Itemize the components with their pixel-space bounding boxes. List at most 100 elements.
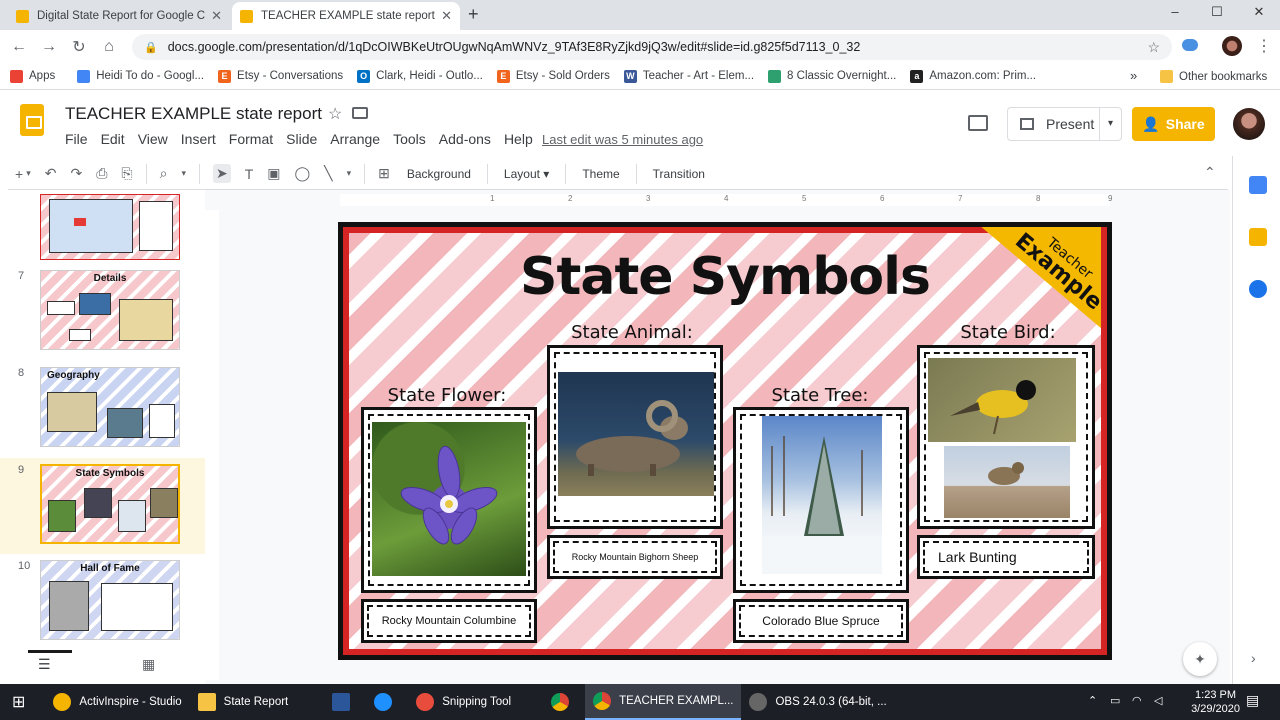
zoom-dropdown-icon[interactable]: ▾ <box>181 168 186 179</box>
present-button[interactable]: Present ▾ <box>1007 107 1122 141</box>
new-slide-icon[interactable]: + <box>15 166 23 182</box>
browser-tab-active[interactable]: TEACHER EXAMPLE state report ✕ <box>232 2 460 30</box>
bookmark-star-icon[interactable]: ☆ <box>1147 39 1160 56</box>
bookmark-item[interactable]: O Clark, Heidi - Outlo... <box>357 69 483 83</box>
image-icon[interactable]: ▣ <box>267 165 280 182</box>
url-input[interactable]: 🔒 docs.google.com/presentation/d/1qDcOIW… <box>132 34 1172 60</box>
bookmark-item[interactable]: W Teacher - Art - Elem... <box>623 69 754 83</box>
maximize-button[interactable]: ☐ <box>1202 4 1232 20</box>
back-icon[interactable]: ← <box>4 38 34 56</box>
grid-view-icon[interactable]: ▦ <box>142 656 155 673</box>
kebab-menu-icon[interactable]: ⋮ <box>1256 36 1272 56</box>
menu-format[interactable]: Format <box>229 131 273 147</box>
taskbar-item[interactable]: ActivInspire - Studio <box>45 684 189 720</box>
account-avatar[interactable] <box>1233 108 1265 140</box>
tree-photo-frame[interactable] <box>733 407 909 593</box>
taskbar-item[interactable]: OBS 24.0.3 (64-bit, ... <box>741 684 894 720</box>
taskbar-item[interactable] <box>324 684 366 720</box>
state-animal-heading[interactable]: State Animal: <box>547 322 717 343</box>
bookmark-item[interactable]: E Etsy - Sold Orders <box>496 69 610 83</box>
slide-thumbnail[interactable]: Details <box>40 270 180 350</box>
new-slide-dropdown-icon[interactable]: ▾ <box>26 168 31 179</box>
taskbar-item-active[interactable]: TEACHER EXAMPL... <box>585 684 742 720</box>
tasks-icon[interactable] <box>1249 280 1267 298</box>
keep-icon[interactable] <box>1249 228 1267 246</box>
slides-logo-icon[interactable] <box>20 104 44 136</box>
line-icon[interactable]: ╲ <box>324 165 332 182</box>
calendar-icon[interactable] <box>1249 176 1267 194</box>
menu-addons[interactable]: Add-ons <box>439 131 491 147</box>
profile-avatar[interactable] <box>1222 36 1242 56</box>
taskbar-item[interactable] <box>366 684 408 720</box>
wifi-icon[interactable]: ◠ <box>1132 694 1142 707</box>
menu-view[interactable]: View <box>138 131 168 147</box>
filmstrip-view-icon[interactable]: ☰ <box>38 656 51 673</box>
menu-file[interactable]: File <box>65 131 88 147</box>
tree-caption-box[interactable]: Colorado Blue Spruce <box>733 599 909 643</box>
collapse-toolbar-icon[interactable]: ⌃ <box>1204 164 1216 181</box>
undo-icon[interactable]: ↶ <box>45 165 57 182</box>
reload-icon[interactable]: ↻ <box>64 37 94 57</box>
bookmark-item[interactable]: Heidi To do - Googl... <box>77 69 204 83</box>
present-dropdown-icon[interactable]: ▾ <box>1099 108 1121 140</box>
close-window-button[interactable]: ✕ <box>1244 4 1274 20</box>
taskbar-item[interactable]: Snipping Tool <box>408 684 519 720</box>
bookmark-item[interactable]: 8 Classic Overnight... <box>768 69 896 83</box>
bird-photo-frame[interactable] <box>917 345 1095 529</box>
system-clock[interactable]: 1:23 PM 3/29/2020 <box>1191 688 1240 716</box>
menu-edit[interactable]: Edit <box>101 131 125 147</box>
expand-panel-chevron-icon[interactable]: › <box>1251 650 1256 666</box>
animal-photo-frame[interactable] <box>547 345 723 529</box>
cloud-extension-icon[interactable] <box>1182 39 1198 51</box>
notification-icon[interactable]: ▤ <box>1246 692 1259 709</box>
slide-thumbnail[interactable]: Geography <box>40 367 180 447</box>
home-icon[interactable]: ⌂ <box>94 38 124 56</box>
state-bird-heading[interactable]: State Bird: <box>923 322 1093 343</box>
move-folder-icon[interactable] <box>352 107 368 119</box>
flower-caption-box[interactable]: Rocky Mountain Columbine <box>361 599 537 643</box>
menu-slide[interactable]: Slide <box>286 131 317 147</box>
taskbar-item[interactable] <box>543 684 585 720</box>
browser-tab[interactable]: Digital State Report for Google C ✕ <box>8 2 230 30</box>
print-icon[interactable]: ⎙ <box>96 165 107 182</box>
layout-button[interactable]: Layout ▾ <box>504 167 549 181</box>
slide-thumbnail[interactable] <box>40 194 180 260</box>
flower-photo-frame[interactable] <box>361 407 537 593</box>
taskbar-item[interactable]: State Report <box>190 684 297 720</box>
theme-button[interactable]: Theme <box>582 167 619 181</box>
other-bookmarks[interactable]: Other bookmarks <box>1160 70 1267 83</box>
comment-icon[interactable] <box>968 115 988 131</box>
menu-insert[interactable]: Insert <box>181 131 216 147</box>
star-icon[interactable]: ☆ <box>328 104 342 124</box>
slide-thumbnail[interactable]: Hall of Fame <box>40 560 180 640</box>
start-button[interactable]: ⊞ <box>0 684 37 720</box>
text-box-icon[interactable]: T <box>245 166 254 182</box>
minimize-button[interactable]: – <box>1160 4 1190 19</box>
slide-thumbnail-selected[interactable]: State Symbols <box>40 464 180 544</box>
background-button[interactable]: Background <box>407 167 471 181</box>
bookmark-item[interactable]: a Amazon.com: Prim... <box>910 69 1036 83</box>
share-button[interactable]: 👤 Share <box>1132 107 1215 141</box>
slide[interactable]: Teacher Example State Symbols State Flow… <box>338 222 1112 660</box>
close-tab-icon[interactable]: ✕ <box>211 8 222 24</box>
tray-overflow-icon[interactable]: ⌃ <box>1088 694 1097 707</box>
close-tab-icon[interactable]: ✕ <box>441 8 452 24</box>
state-tree-heading[interactable]: State Tree: <box>735 385 905 406</box>
battery-icon[interactable]: ▭ <box>1110 694 1120 707</box>
redo-icon[interactable]: ↷ <box>70 165 82 182</box>
paint-format-icon[interactable]: ⎘ <box>121 165 132 182</box>
shape-icon[interactable]: ◯ <box>295 165 311 182</box>
last-edit-link[interactable]: Last edit was 5 minutes ago <box>542 132 703 147</box>
explore-button[interactable]: ✦ <box>1183 642 1217 676</box>
add-comment-icon[interactable]: ⊞ <box>378 165 390 182</box>
slide-title[interactable]: State Symbols <box>343 247 1107 307</box>
bookmark-apps[interactable]: Apps <box>10 69 55 83</box>
new-tab-button[interactable]: + <box>468 4 479 25</box>
volume-icon[interactable]: ◁ <box>1154 694 1162 707</box>
menu-arrange[interactable]: Arrange <box>330 131 380 147</box>
transition-button[interactable]: Transition <box>653 167 705 181</box>
zoom-icon[interactable]: ⌕ <box>160 165 168 182</box>
forward-icon[interactable]: → <box>34 38 64 56</box>
menu-help[interactable]: Help <box>504 131 533 147</box>
animal-caption-box[interactable]: Rocky Mountain Bighorn Sheep <box>547 535 723 579</box>
